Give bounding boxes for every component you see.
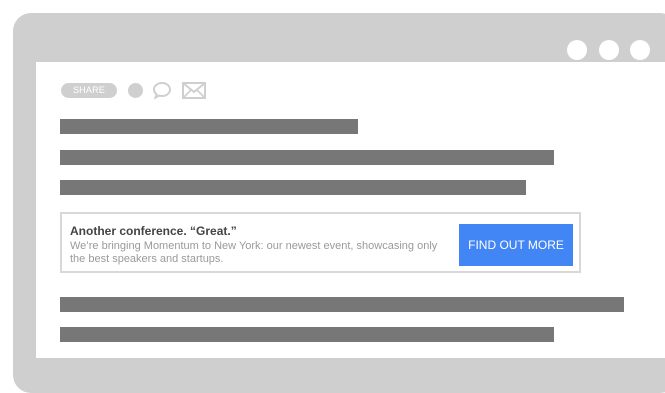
text-placeholder-bar [60,119,358,134]
page-content: SHARE Another conference. “Great.” We’re… [36,62,665,358]
share-button[interactable]: SHARE [61,83,117,98]
find-out-more-button[interactable]: FIND OUT MORE [459,224,573,266]
window-control-dot-3[interactable] [630,40,650,60]
text-placeholder-bar [60,150,554,165]
text-placeholder-bar [60,180,526,195]
text-placeholder-bar [60,327,554,342]
promo-banner: Another conference. “Great.” We’re bring… [60,212,581,273]
promo-title: Another conference. “Great.” [70,224,237,238]
circle-icon[interactable] [128,83,143,98]
text-placeholder-bar [60,297,624,312]
window-control-dot-1[interactable] [567,40,587,60]
window-control-dot-2[interactable] [599,40,619,60]
mail-icon[interactable] [182,82,206,99]
promo-description: We’re bringing Momentum to New York: our… [70,240,438,265]
comment-icon[interactable] [152,81,172,100]
